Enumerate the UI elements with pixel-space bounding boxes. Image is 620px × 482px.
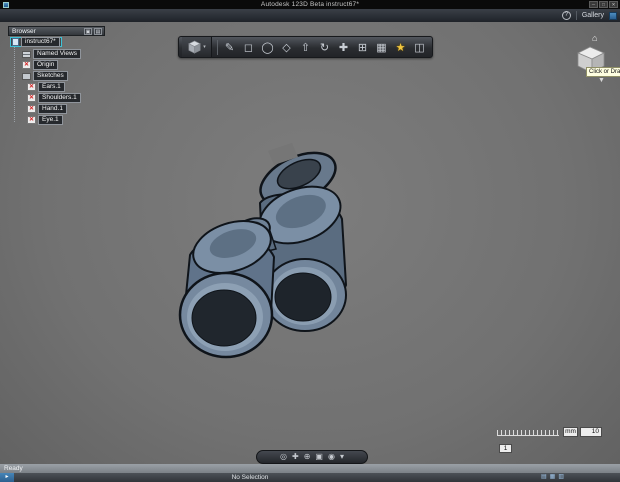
close-button[interactable]: ✕ bbox=[609, 1, 618, 8]
tool-pattern-button[interactable]: ⊞ bbox=[353, 37, 372, 57]
snap-toggle-icon[interactable]: ▤ bbox=[541, 474, 547, 481]
document-icon bbox=[12, 38, 19, 46]
orbit-button[interactable]: ◎ bbox=[280, 452, 287, 462]
scale-multiplier-field[interactable]: 1 bbox=[499, 444, 512, 453]
tree-item-label: Origin bbox=[33, 60, 59, 70]
maximize-button[interactable]: □ bbox=[599, 1, 608, 8]
tool-materials-button[interactable]: ◫ bbox=[410, 37, 429, 57]
units-toggle-icon[interactable]: ▥ bbox=[558, 474, 564, 481]
tree-item-label: Named Views bbox=[33, 49, 81, 59]
tool-move-button[interactable]: ✚ bbox=[334, 37, 353, 57]
fit-view-button[interactable]: ▣ bbox=[315, 452, 323, 462]
grid-toggle-icon[interactable]: ▦ bbox=[550, 474, 556, 481]
tool-primitive-cone-button[interactable]: ◇ bbox=[277, 37, 296, 57]
tree-item-label: Sketches bbox=[33, 71, 68, 81]
title-bar: Autodesk 123D Beta instruct67* ─ □ ✕ bbox=[0, 0, 620, 9]
chevron-down-icon: ▾ bbox=[203, 44, 206, 50]
browser-collapse-button[interactable]: ▣ bbox=[84, 27, 92, 35]
tree-guide-line bbox=[14, 44, 15, 122]
divider bbox=[217, 39, 218, 55]
viewcube-chevron-icon[interactable]: ▼ bbox=[598, 77, 605, 84]
tree-item-origin[interactable]: ✕ Origin bbox=[22, 60, 59, 70]
ready-status: Ready bbox=[4, 465, 23, 472]
minimize-button[interactable]: ─ bbox=[589, 1, 598, 8]
viewcube-tooltip: Click or Drag bbox=[586, 67, 620, 77]
browser-options-button[interactable]: ▤ bbox=[94, 27, 102, 35]
browser-title: Browser bbox=[12, 27, 36, 35]
tree-item-root[interactable]: instruct67* bbox=[10, 37, 62, 47]
menu-strip: ? Gallery bbox=[0, 9, 620, 22]
hidden-icon: ✕ bbox=[27, 116, 36, 124]
tool-combine-button[interactable]: ▦ bbox=[372, 37, 391, 57]
tool-extrude-button[interactable]: ⇧ bbox=[296, 37, 315, 57]
zoom-button[interactable]: ⊕ bbox=[304, 452, 311, 462]
tool-revolve-button[interactable]: ↻ bbox=[315, 37, 334, 57]
home-view-button[interactable]: ⌂ bbox=[592, 33, 597, 43]
gallery-link[interactable]: Gallery bbox=[582, 12, 604, 19]
hidden-icon: ✕ bbox=[22, 61, 31, 69]
units-label: mm bbox=[563, 427, 578, 437]
hidden-icon: ✕ bbox=[27, 94, 36, 102]
tool-primitive-box-button[interactable]: ◻ bbox=[239, 37, 258, 57]
divider bbox=[575, 11, 577, 20]
viewport-3d[interactable] bbox=[0, 22, 620, 464]
tree-item-sketches[interactable]: Sketches bbox=[22, 71, 68, 81]
cube-icon bbox=[188, 40, 202, 54]
tool-favorites-button[interactable]: ★ bbox=[391, 37, 410, 57]
window-title: Autodesk 123D Beta instruct67* bbox=[260, 1, 360, 8]
help-button[interactable]: ? bbox=[561, 11, 571, 20]
tool-sketch-button[interactable]: ✎ bbox=[220, 37, 239, 57]
tree-item-named-views[interactable]: Named Views bbox=[22, 49, 81, 59]
tree-item-ears[interactable]: ✕ Ears.1 bbox=[27, 82, 65, 92]
status-bar-upper: Ready bbox=[0, 464, 620, 473]
browser-panel-header: Browser ▣ ▤ bbox=[8, 26, 105, 36]
nav-more-button[interactable]: ▾ bbox=[340, 452, 344, 462]
pan-button[interactable]: ✚ bbox=[292, 452, 299, 462]
tree-item-label: Ears.1 bbox=[38, 82, 65, 92]
navigation-bar: ◎ ✚ ⊕ ▣ ◉ ▾ bbox=[256, 450, 368, 464]
tree-item-hand[interactable]: ✕ Hand.1 bbox=[27, 104, 67, 114]
app-window: Autodesk 123D Beta instruct67* ─ □ ✕ ? G… bbox=[0, 0, 620, 482]
tree-item-label: Hand.1 bbox=[38, 104, 67, 114]
tree-item-shoulders[interactable]: ✕ Shoulders.1 bbox=[27, 93, 81, 103]
tree-item-label: Shoulders.1 bbox=[38, 93, 81, 103]
tree-item-eye[interactable]: ✕ Eye.1 bbox=[27, 115, 63, 125]
scale-slider[interactable] bbox=[497, 430, 559, 436]
status-bar-lower: No Selection ▤ ▦ ▥ bbox=[0, 473, 620, 482]
expand-tray-button[interactable]: ▸ bbox=[0, 473, 14, 482]
hidden-icon: ✕ bbox=[27, 83, 36, 91]
account-icon[interactable] bbox=[609, 11, 617, 20]
scale-value-field[interactable]: 10 bbox=[580, 427, 602, 437]
look-at-button[interactable]: ◉ bbox=[328, 452, 335, 462]
selection-status: No Selection bbox=[231, 474, 269, 481]
tool-primitive-sphere-button[interactable]: ◯ bbox=[258, 37, 277, 57]
app-menu-button[interactable]: ▾ bbox=[182, 37, 212, 57]
model-3d[interactable] bbox=[150, 137, 390, 387]
main-toolbar: ▾ ✎ ◻ ◯ ◇ ⇧ ↻ ✚ ⊞ ▦ ★ ◫ bbox=[178, 36, 433, 58]
tree-item-label: instruct67* bbox=[21, 37, 60, 47]
tree-item-label: Eye.1 bbox=[38, 115, 63, 125]
named-views-icon bbox=[22, 50, 31, 58]
sketches-icon bbox=[22, 72, 31, 80]
hidden-icon: ✕ bbox=[27, 105, 36, 113]
